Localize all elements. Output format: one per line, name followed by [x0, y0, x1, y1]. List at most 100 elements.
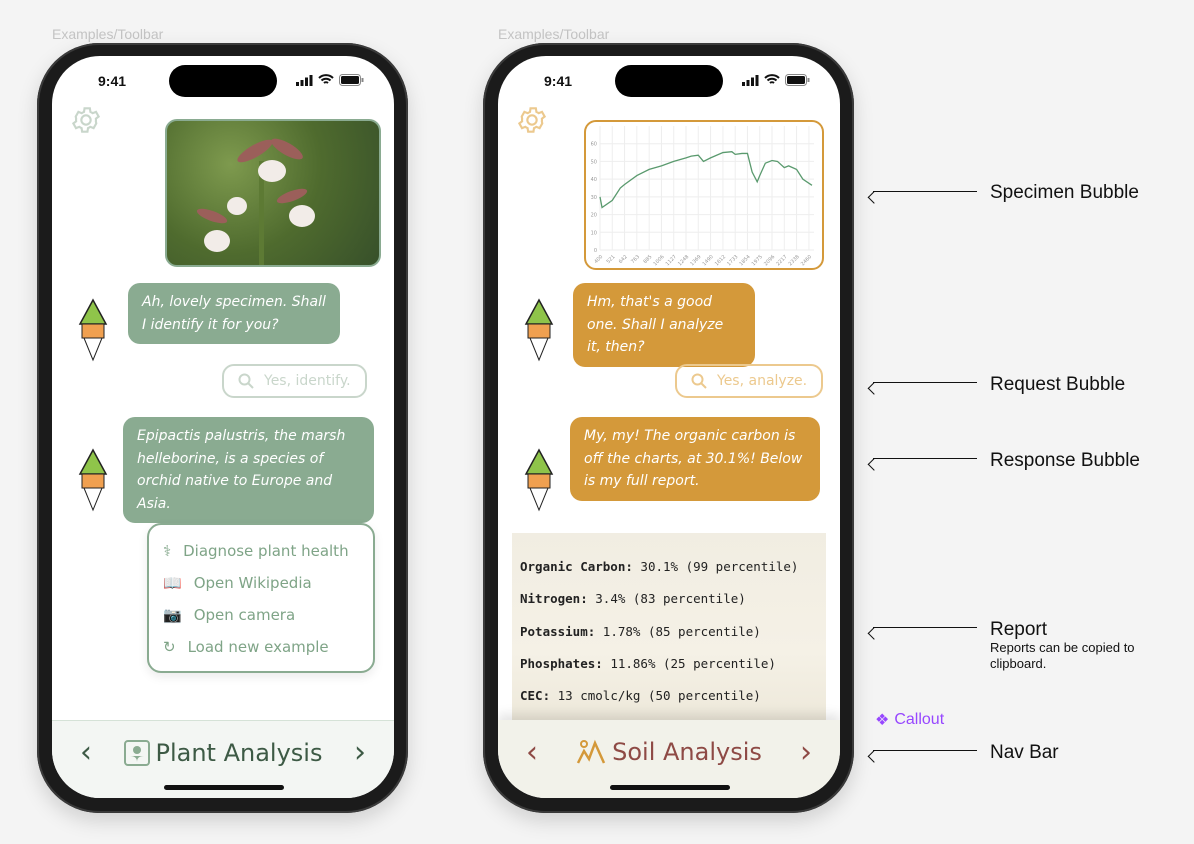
wifi-icon — [764, 74, 780, 84]
search-icon — [691, 373, 707, 389]
y-tick-label: 0 — [594, 248, 597, 254]
report-line: Phosphates: 11.86% (25 percentile) — [520, 656, 818, 688]
y-tick-label: 30 — [591, 195, 597, 201]
book-icon: 📖 — [163, 574, 182, 592]
report-key: Nitrogen: — [520, 591, 588, 607]
bot-bubble: Ah, lovely specimen. Shall I identify it… — [128, 283, 340, 344]
menu-label: Diagnose plant health — [183, 542, 349, 560]
y-tick-label: 50 — [591, 159, 597, 165]
battery-icon — [785, 74, 810, 86]
x-tick-label: 1612 — [714, 254, 727, 267]
menu-item-wikipedia[interactable]: 📖 Open Wikipedia — [163, 567, 359, 599]
response-bubble: Epipactis palustris, the marsh hellebori… — [123, 417, 374, 523]
report-value: 11.86% (25 percentile) — [610, 655, 776, 671]
menu-item-camera[interactable]: 📷 Open camera — [163, 599, 359, 631]
request-text: Yes, identify. — [264, 373, 351, 389]
request-text: Yes, analyze. — [717, 373, 808, 389]
x-tick-label: 1248 — [677, 254, 690, 267]
annotation-arrow — [873, 616, 977, 628]
report-key: Potassium: — [520, 623, 596, 639]
y-tick-label: 20 — [591, 213, 597, 219]
report-line: Potassium: 1.78% (85 percentile) — [520, 624, 818, 656]
annotation-arrow — [873, 371, 977, 383]
wizard-avatar — [78, 298, 108, 362]
status-icons — [296, 74, 364, 86]
x-tick-label: 2338 — [788, 254, 801, 267]
report[interactable]: Organic Carbon: 30.1% (99 percentile) Ni… — [512, 533, 826, 733]
menu-item-load-example[interactable]: ↻ Load new example — [163, 631, 359, 663]
dynamic-island — [615, 65, 723, 97]
refresh-icon: ↻ — [163, 638, 176, 656]
chevron-left-icon[interactable]: ‹ — [526, 735, 538, 770]
x-tick-label: 1975 — [751, 254, 764, 267]
menu-label: Load new example — [187, 638, 329, 656]
response-bubble: My, my! The organic carbon is off the ch… — [570, 417, 820, 501]
search-icon — [238, 373, 254, 389]
nav-title: Soil Analysis — [612, 738, 762, 766]
annotation-request: Request Bubble — [990, 374, 1126, 395]
report-line: Nitrogen: 3.4% (83 percentile) — [520, 591, 818, 623]
menu-label: Open camera — [193, 606, 296, 624]
bot-bubble: Hm, that's a good one. Shall I analyze i… — [573, 283, 755, 367]
report-value: 30.1% (99 percentile) — [640, 559, 799, 574]
chevron-right-icon[interactable]: › — [354, 735, 366, 770]
x-tick-label: 1127 — [665, 254, 678, 267]
report-key: Phosphates: — [520, 655, 603, 671]
annotation-response: Response Bubble — [990, 450, 1140, 471]
menu-label: Open Wikipedia — [193, 574, 312, 592]
request-bubble[interactable]: Yes, analyze. — [675, 364, 824, 398]
status-icons — [742, 74, 810, 86]
camera-icon: 📷 — [163, 606, 182, 624]
gear-icon[interactable] — [70, 104, 102, 136]
wifi-icon — [318, 74, 334, 84]
x-tick-label: 1369 — [689, 254, 702, 267]
annotation-navbar: Nav Bar — [990, 742, 1059, 763]
x-tick-label: 2460 — [800, 254, 813, 267]
nav-title: Plant Analysis — [155, 738, 323, 767]
phone-soil: 9:41 0 10 20 30 40 50 60 400 521 642 763 885 1006 112… — [483, 43, 854, 813]
menu-item-diagnose[interactable]: ⚕ Diagnose plant health — [163, 535, 359, 567]
x-tick-label: 1854 — [738, 254, 751, 267]
x-tick-label: 642 — [618, 254, 629, 265]
report-value: 3.4% (83 percentile) — [595, 591, 746, 607]
status-time: 9:41 — [544, 73, 573, 89]
callout-text: Callout — [894, 711, 945, 728]
annotation-arrow — [873, 180, 977, 192]
stethoscope-icon: ⚕ — [163, 542, 172, 560]
request-bubble[interactable]: Yes, identify. — [222, 364, 367, 398]
specimen-bubble[interactable]: 0 10 20 30 40 50 60 400 521 642 763 885 1006 1127 1248… — [584, 120, 824, 270]
dynamic-island — [169, 65, 277, 97]
signal-icon — [742, 74, 759, 86]
status-time: 9:41 — [98, 73, 127, 89]
annotation-arrow — [873, 739, 977, 751]
chevron-left-icon[interactable]: ‹ — [80, 735, 92, 770]
plant-icon — [123, 739, 150, 766]
x-tick-label: 1006 — [652, 254, 665, 267]
chevron-right-icon[interactable]: › — [800, 735, 812, 770]
callout-label: ❖ Callout — [875, 710, 944, 730]
spectrum-chart: 0102030405060400 521 642 763 885 1006 1127 1248… — [591, 126, 814, 267]
action-menu: ⚕ Diagnose plant health 📖 Open Wikipedia 📷… — [147, 523, 375, 673]
signal-icon — [296, 74, 313, 86]
x-tick-label: 2096 — [763, 254, 776, 267]
phone-plant: 9:41 Ah, lovely specimen. Shall I identi… — [37, 43, 408, 813]
report-line: CEC: 13 cmolc/kg (50 percentile) — [520, 688, 818, 720]
report-key: CEC: — [520, 688, 551, 704]
home-indicator — [610, 785, 730, 790]
report-line: Organic Carbon: 30.1% (99 percentile) — [520, 559, 818, 591]
x-tick-label: 400 — [593, 254, 604, 265]
soil-icon — [576, 739, 606, 764]
frame-label: Examples/Toolbar — [498, 26, 610, 42]
wizard-avatar — [524, 448, 554, 512]
y-tick-label: 40 — [591, 177, 597, 183]
x-tick-label: 1733 — [726, 254, 739, 267]
wizard-avatar — [78, 448, 108, 512]
annotation-specimen: Specimen Bubble — [990, 182, 1139, 203]
report-value: 1.78% (85 percentile) — [602, 623, 761, 639]
gear-icon[interactable] — [516, 104, 548, 136]
x-tick-label: 2217 — [775, 254, 788, 267]
specimen-bubble[interactable] — [165, 119, 381, 267]
home-indicator — [164, 785, 284, 790]
report-value: 13 cmolc/kg (50 percentile) — [557, 688, 761, 704]
y-tick-label: 60 — [591, 142, 597, 148]
